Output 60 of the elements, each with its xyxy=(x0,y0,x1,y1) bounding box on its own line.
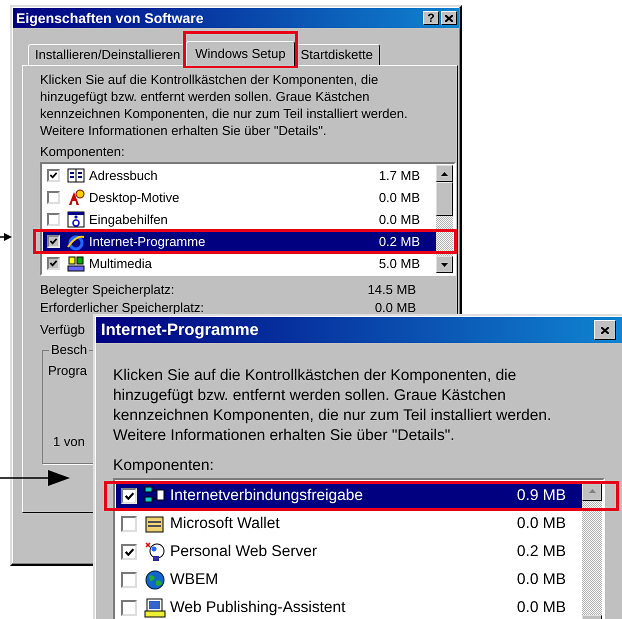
list-item[interactable]: Multimedia 5.0 MB xyxy=(43,254,436,273)
tab[interactable]: Windows Setup xyxy=(186,41,295,66)
check-icon xyxy=(49,171,58,180)
components-label: Komponenten: xyxy=(113,456,215,476)
list-item[interactable]: Desktop-Motive 0.0 MB xyxy=(43,188,436,207)
list-item[interactable]: Internet-Programme 0.2 MB xyxy=(43,232,436,251)
checkbox[interactable] xyxy=(121,600,137,616)
space-label: Erforderlicher Speicherplatz: xyxy=(40,300,204,317)
check-icon xyxy=(49,237,58,246)
space-value: 14.5 MB xyxy=(368,282,416,299)
globe-icon xyxy=(144,569,166,591)
list-item[interactable]: Personal Web Server 0.2 MB xyxy=(116,540,582,564)
scrollbar[interactable] xyxy=(582,481,602,619)
close-button[interactable] xyxy=(594,320,616,340)
book-icon xyxy=(67,166,85,184)
help-button[interactable]: ? xyxy=(423,11,439,25)
check-icon xyxy=(124,490,134,502)
close-icon xyxy=(445,14,453,22)
checkbox[interactable] xyxy=(47,169,60,182)
space-label: Belegter Speicherplatz: xyxy=(40,282,174,299)
checkbox[interactable] xyxy=(47,235,60,248)
media-icon xyxy=(67,254,85,272)
wheelchair-icon xyxy=(67,210,85,228)
instruction-text: Klicken Sie auf die Kontrollkästchen der Komponenten, die hinzugefügt bzw. entfernt werden sollen. Graue Kästchen kennzeichnen Komponenten, die nur zum Teil installiert werden. Weitere Informationen erhalten Sie über "Details". xyxy=(113,366,552,446)
checkbox[interactable] xyxy=(47,191,60,204)
checkbox[interactable] xyxy=(47,213,60,226)
checkbox[interactable] xyxy=(47,257,60,270)
check-icon xyxy=(124,546,134,558)
close-icon xyxy=(601,326,609,334)
arrow xyxy=(0,233,12,241)
orbit-icon xyxy=(67,232,85,250)
scroll-up-button[interactable] xyxy=(436,165,453,182)
components-label: Komponenten: xyxy=(40,143,126,160)
list-item[interactable]: WBEM 0.0 MB xyxy=(116,568,582,592)
group-title: Besch xyxy=(49,342,90,357)
checkbox[interactable] xyxy=(121,516,137,532)
checkbox[interactable] xyxy=(121,544,137,560)
check-icon xyxy=(49,259,58,268)
list-item[interactable]: Adressbuch 1.7 MB xyxy=(43,166,436,185)
window-title: Internet-Programme xyxy=(100,320,259,340)
space-value: 0.0 MB xyxy=(374,300,416,317)
checkbox[interactable] xyxy=(121,488,137,504)
list-item[interactable]: Web Publishing-Assistent 0.0 MB xyxy=(116,596,582,619)
group-text: Progra xyxy=(48,363,88,378)
scroll-down-button[interactable] xyxy=(436,256,453,273)
up-arrow-icon xyxy=(441,172,448,176)
scrollbar[interactable] xyxy=(436,165,453,273)
instruction-text: Klicken Sie auf die Kontrollkästchen der Komponenten, die hinzugefügt bzw. entfernt werden sollen. Graue Kästchen kennzeichnen Komponenten, die nur zum Teil installiert werden. Weitere Informationen erhalten Sie über "Details". xyxy=(40,71,409,139)
window-title: Eigenschaften von Software xyxy=(16,10,204,26)
list-item[interactable]: Internetverbindungsfreigabe 0.9 MB xyxy=(116,484,582,508)
down-arrow-icon xyxy=(441,262,448,266)
checkbox[interactable] xyxy=(121,572,137,588)
arrow xyxy=(0,469,70,487)
up-arrow-icon xyxy=(588,489,596,493)
group-text: 1 von xyxy=(52,434,85,449)
scroll-thumb[interactable] xyxy=(436,182,453,216)
close-button[interactable] xyxy=(441,11,457,25)
list-item[interactable]: Eingabehilfen 0.0 MB xyxy=(43,210,436,229)
space-label: Verfügb xyxy=(40,322,85,339)
list-item[interactable]: Microsoft Wallet 0.0 MB xyxy=(116,512,582,536)
